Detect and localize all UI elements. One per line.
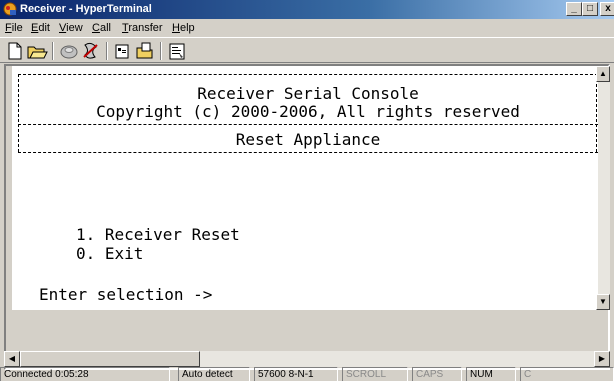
status-port-settings: 57600 8-N-1 (254, 367, 338, 381)
menu-help[interactable]: Help (172, 22, 195, 34)
menu-transfer[interactable]: Transfer (122, 22, 163, 34)
horizontal-scroll-thumb[interactable] (20, 351, 200, 367)
console-title: Receiver Serial Console (197, 84, 419, 103)
menu-bar: File Edit View Call Transfer Help (0, 19, 614, 37)
send-icon[interactable] (112, 41, 134, 61)
copyright-line: Copyright (c) 2000-2006, All rights rese… (96, 102, 520, 121)
selection-prompt: Enter selection -> (39, 285, 213, 304)
toolbar (0, 37, 614, 63)
scroll-up-icon[interactable]: ▲ (596, 66, 610, 82)
menu-option-receiver-reset: 1. Receiver Reset (76, 225, 240, 244)
connect-icon[interactable] (58, 41, 80, 61)
status-capture: C (520, 367, 614, 381)
vertical-scrollbar[interactable]: ▲ ▼ (596, 66, 610, 310)
open-icon[interactable] (26, 41, 48, 61)
menu-view[interactable]: View (59, 22, 83, 34)
status-caps: CAPS (412, 367, 462, 381)
status-bar: Connected 0:05:28 Auto detect 57600 8-N-… (0, 367, 614, 381)
scroll-down-icon[interactable]: ▼ (596, 294, 610, 310)
menu-option-exit: 0. Exit (76, 244, 144, 263)
minimize-button[interactable]: _ (566, 2, 582, 16)
receive-icon[interactable] (134, 41, 156, 61)
toolbar-separator (52, 42, 54, 60)
box-border-top (18, 74, 598, 75)
title-bar[interactable]: Receiver - HyperTerminal _ □ x (0, 0, 614, 19)
scroll-left-icon[interactable]: ◀ (4, 351, 20, 367)
window-title: Receiver - HyperTerminal (20, 3, 152, 15)
toolbar-separator (160, 42, 162, 60)
status-num: NUM (466, 367, 516, 381)
disconnect-icon[interactable] (80, 41, 102, 61)
menu-call[interactable]: Call (92, 22, 111, 34)
toolbar-separator (106, 42, 108, 60)
menu-file[interactable]: File (5, 22, 23, 34)
menu-edit[interactable]: Edit (31, 22, 50, 34)
box-border-bottom (18, 152, 598, 153)
hyperterminal-app-icon[interactable] (2, 2, 18, 17)
horizontal-scrollbar[interactable]: ◀ ▶ (4, 351, 610, 367)
status-scroll: SCROLL (342, 367, 408, 381)
terminal-screen[interactable]: Receiver Serial Console Copyright (c) 20… (12, 66, 598, 310)
new-icon[interactable] (4, 41, 26, 61)
section-title: Reset Appliance (235, 130, 381, 149)
box-border-middle (18, 124, 598, 125)
close-button[interactable]: x (600, 2, 614, 16)
status-connected: Connected 0:05:28 (0, 367, 170, 381)
scroll-right-icon[interactable]: ▶ (594, 351, 610, 367)
properties-icon[interactable] (166, 41, 188, 61)
status-detect: Auto detect (178, 367, 250, 381)
maximize-button[interactable]: □ (582, 2, 598, 16)
